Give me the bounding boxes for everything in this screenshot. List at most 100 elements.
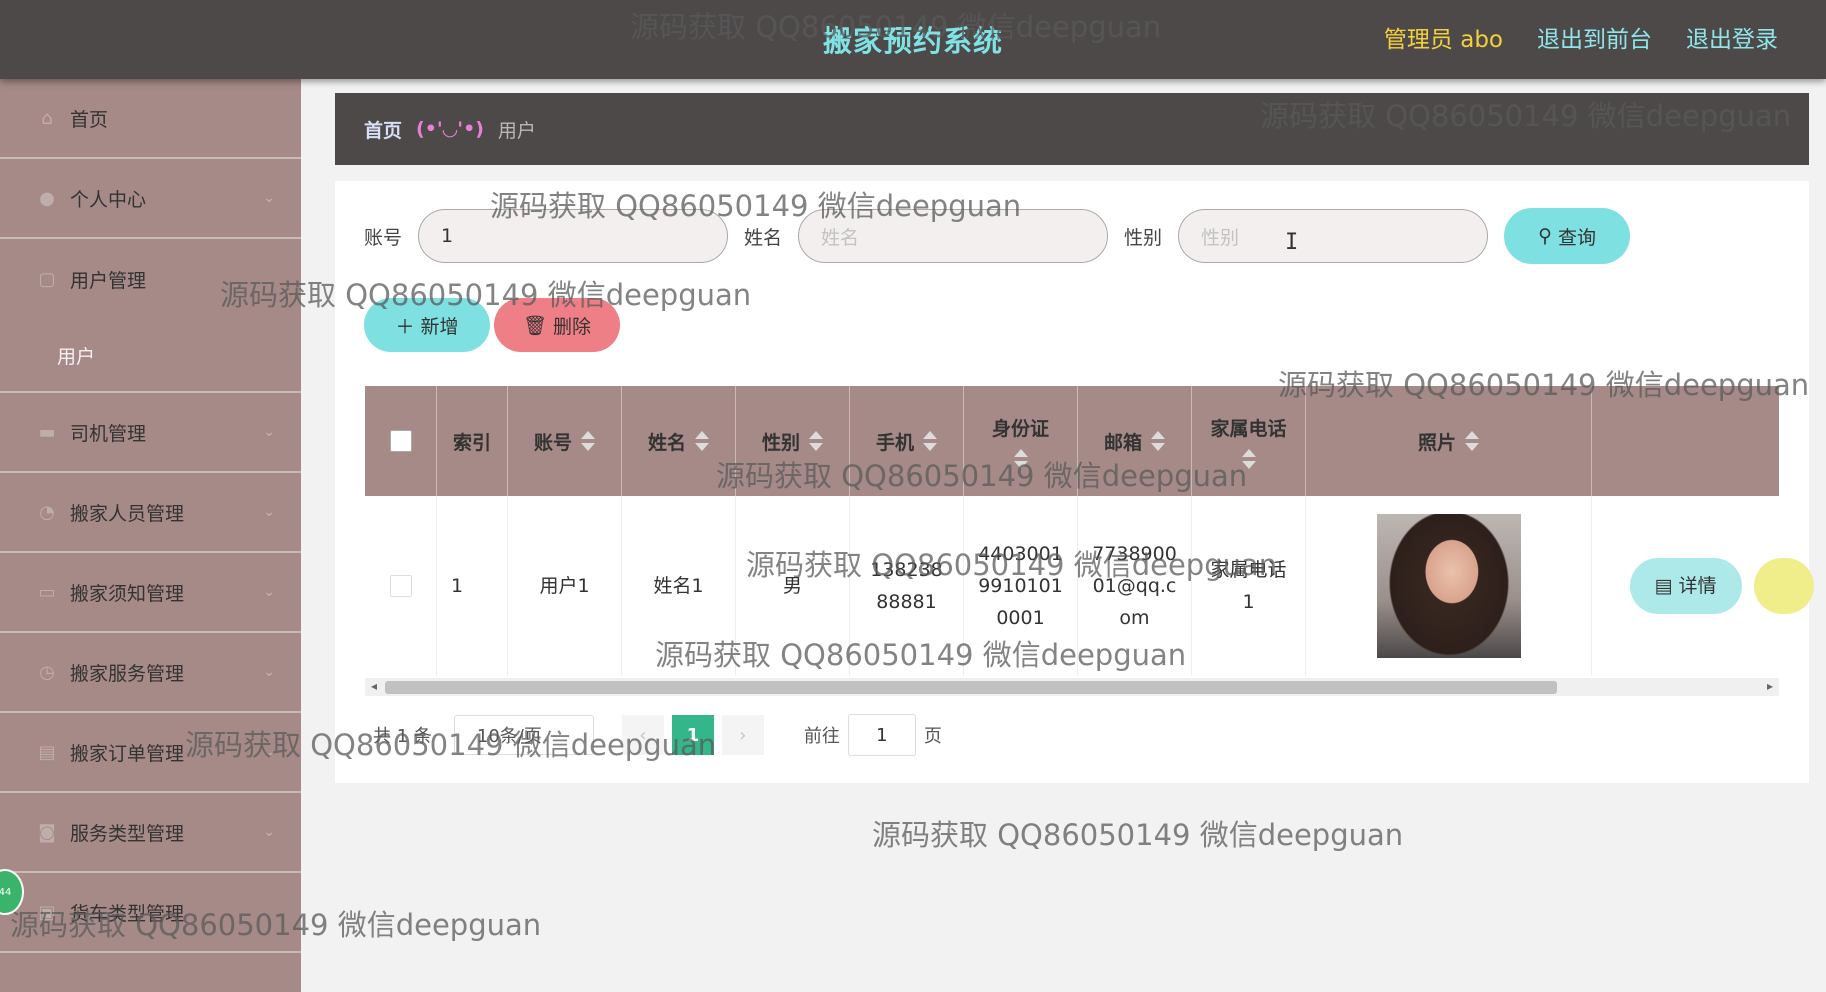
sort-icon bbox=[1241, 448, 1256, 469]
sidebar: ⌂ 首页 ● 个人中心 ⌄ ▢ 用户管理 用户 ▬ 司机管理 ⌄ ◔ 搬家人员管… bbox=[0, 79, 301, 992]
admin-label: 管理员 abo bbox=[1383, 27, 1503, 53]
query-button-label: 查询 bbox=[1558, 226, 1597, 249]
header-email[interactable]: 邮箱 bbox=[1078, 386, 1192, 496]
trash-icon: 🗑 bbox=[522, 314, 548, 337]
goto-page-input[interactable]: 1 bbox=[847, 714, 916, 756]
sort-icon bbox=[1465, 431, 1479, 451]
search-icon: ⚲ bbox=[1538, 225, 1552, 247]
sidebar-item-notices[interactable]: ▭ 搬家须知管理 ⌄ bbox=[0, 553, 301, 633]
row-checkbox[interactable] bbox=[389, 575, 412, 597]
header-name[interactable]: 姓名 bbox=[622, 386, 736, 496]
cell-name: 姓名1 bbox=[622, 496, 736, 676]
chevron-down-icon: ⌄ bbox=[263, 744, 275, 760]
sidebar-item-label: 首页 bbox=[70, 108, 109, 131]
top-bar: 搬家预约系统 管理员 abo 退出到前台 退出登录 bbox=[0, 0, 1826, 79]
breadcrumb-home[interactable]: 首页 bbox=[364, 116, 402, 143]
sort-icon bbox=[923, 431, 937, 451]
next-page-button[interactable]: › bbox=[721, 715, 764, 755]
chevron-down-icon: ⌄ bbox=[263, 190, 275, 206]
delete-button[interactable]: 🗑 删除 bbox=[494, 298, 620, 352]
cell-id-card: 440300199101010001 bbox=[964, 496, 1078, 676]
sidebar-item-label: 个人中心 bbox=[70, 188, 147, 211]
sidebar-item-service-types[interactable]: ◙ 服务类型管理 ⌄ bbox=[0, 793, 301, 873]
sidebar-subitem-user[interactable]: 用户 bbox=[0, 319, 301, 393]
top-right-links: 管理员 abo 退出到前台 退出登录 bbox=[1384, 20, 1778, 54]
sort-icon bbox=[695, 431, 709, 451]
horizontal-scrollbar[interactable]: ◂ ▸ bbox=[365, 678, 1779, 696]
add-button-label: 新增 bbox=[420, 315, 459, 338]
prev-page-button[interactable]: ‹ bbox=[621, 715, 664, 755]
sidebar-item-orders[interactable]: ▤ 搬家订单管理 ⌄ bbox=[0, 713, 301, 793]
sort-icon bbox=[809, 431, 823, 451]
delete-button-label: 删除 bbox=[553, 315, 592, 338]
pagination: 共 1 条 10条/页 ‹ 1 › 前往 1 页 bbox=[373, 714, 942, 756]
sidebar-item-movers[interactable]: ◔ 搬家人员管理 ⌄ bbox=[0, 473, 301, 553]
chevron-down-icon: ⌄ bbox=[263, 824, 275, 840]
breadcrumb-current: 用户 bbox=[497, 119, 536, 142]
select-all-checkbox[interactable] bbox=[389, 430, 412, 452]
header-family-phone[interactable]: 家属电话 bbox=[1192, 386, 1306, 496]
users-icon: ▢ bbox=[38, 268, 56, 290]
goto-label: 前往 bbox=[803, 726, 840, 747]
sidebar-item-label: 货车类型管理 bbox=[70, 902, 185, 925]
query-button[interactable]: ⚲ 查询 bbox=[1504, 208, 1631, 264]
select-all-cell bbox=[365, 386, 437, 496]
add-button[interactable]: ＋ 新增 bbox=[364, 298, 490, 352]
sidebar-item-drivers[interactable]: ▬ 司机管理 ⌄ bbox=[0, 393, 301, 473]
chevron-down-icon: ⌄ bbox=[263, 424, 275, 440]
account-input[interactable]: 1 bbox=[418, 209, 729, 263]
sidebar-item-profile[interactable]: ● 个人中心 ⌄ bbox=[0, 159, 301, 239]
page-suffix: 页 bbox=[923, 726, 942, 747]
name-label: 姓名 bbox=[744, 226, 783, 249]
user-photo bbox=[1376, 514, 1521, 658]
header-phone[interactable]: 手机 bbox=[850, 386, 964, 496]
scroll-right-icon[interactable]: ▸ bbox=[1767, 679, 1773, 693]
breadcrumb-separator: (•'◡'•) bbox=[416, 118, 484, 140]
sidebar-item-label: 搬家须知管理 bbox=[70, 582, 185, 605]
total-count: 共 1 条 bbox=[373, 726, 432, 747]
cell-index: 1 bbox=[437, 496, 508, 676]
gender-input[interactable]: 性别 bbox=[1178, 209, 1489, 263]
cell-family-phone: 家属电话1 bbox=[1192, 496, 1306, 676]
header-id-card[interactable]: 身份证 bbox=[964, 386, 1078, 496]
vehicle-icon: ▣ bbox=[38, 901, 56, 923]
back-to-front-link[interactable]: 退出到前台 bbox=[1537, 20, 1652, 54]
header-photo[interactable]: 照片 bbox=[1306, 386, 1592, 496]
cell-actions: ▤ 详情 bbox=[1592, 496, 1779, 676]
scroll-left-icon[interactable]: ◂ bbox=[371, 679, 377, 693]
sidebar-item-label: 搬家人员管理 bbox=[70, 502, 185, 525]
header-account[interactable]: 账号 bbox=[508, 386, 622, 496]
cell-gender: 男 bbox=[736, 496, 850, 676]
sort-icon bbox=[1013, 448, 1028, 469]
user-icon: ● bbox=[39, 187, 55, 209]
order-icon: ▤ bbox=[38, 741, 56, 763]
page-button-current[interactable]: 1 bbox=[671, 715, 714, 755]
sidebar-item-services[interactable]: ◷ 搬家服务管理 ⌄ bbox=[0, 633, 301, 713]
chevron-down-icon: ⌄ bbox=[263, 664, 275, 680]
header-index: 索引 bbox=[437, 386, 508, 496]
scroll-thumb[interactable] bbox=[385, 681, 1557, 694]
chevron-down-icon: ⌄ bbox=[263, 504, 275, 520]
sort-icon bbox=[1151, 431, 1165, 451]
sidebar-item-label: 搬家服务管理 bbox=[70, 662, 185, 685]
name-input[interactable]: 姓名 bbox=[798, 209, 1109, 263]
table-header: 索引 账号 姓名 性别 手机 身份证 邮箱 家属电话 照片 bbox=[365, 386, 1779, 496]
sidebar-item-label: 搬家订单管理 bbox=[70, 742, 185, 765]
type-icon: ◙ bbox=[38, 821, 56, 843]
cell-photo bbox=[1306, 496, 1592, 676]
cell-phone: 13823888881 bbox=[850, 496, 964, 676]
sidebar-item-home[interactable]: ⌂ 首页 bbox=[0, 79, 301, 159]
sidebar-item-vehicle-types[interactable]: ▣ 货车类型管理 bbox=[0, 873, 301, 953]
action-buttons: ＋ 新增 🗑 删除 bbox=[364, 298, 620, 352]
detail-button[interactable]: ▤ 详情 bbox=[1629, 558, 1742, 614]
header-gender[interactable]: 性别 bbox=[736, 386, 850, 496]
logout-link[interactable]: 退出登录 bbox=[1686, 20, 1778, 54]
sidebar-item-users[interactable]: ▢ 用户管理 bbox=[0, 239, 301, 319]
gender-label: 性别 bbox=[1124, 226, 1163, 249]
page-size-select[interactable]: 10条/页 bbox=[453, 715, 594, 755]
detail-button-label: 详情 bbox=[1678, 575, 1717, 597]
edit-button-partial[interactable] bbox=[1754, 558, 1814, 614]
sidebar-subitem-label: 用户 bbox=[57, 345, 96, 368]
worker-icon: ◔ bbox=[39, 501, 55, 523]
filter-row: 账号 1 姓名 姓名 性别 性别 ⚲ 查询 bbox=[364, 208, 1631, 264]
